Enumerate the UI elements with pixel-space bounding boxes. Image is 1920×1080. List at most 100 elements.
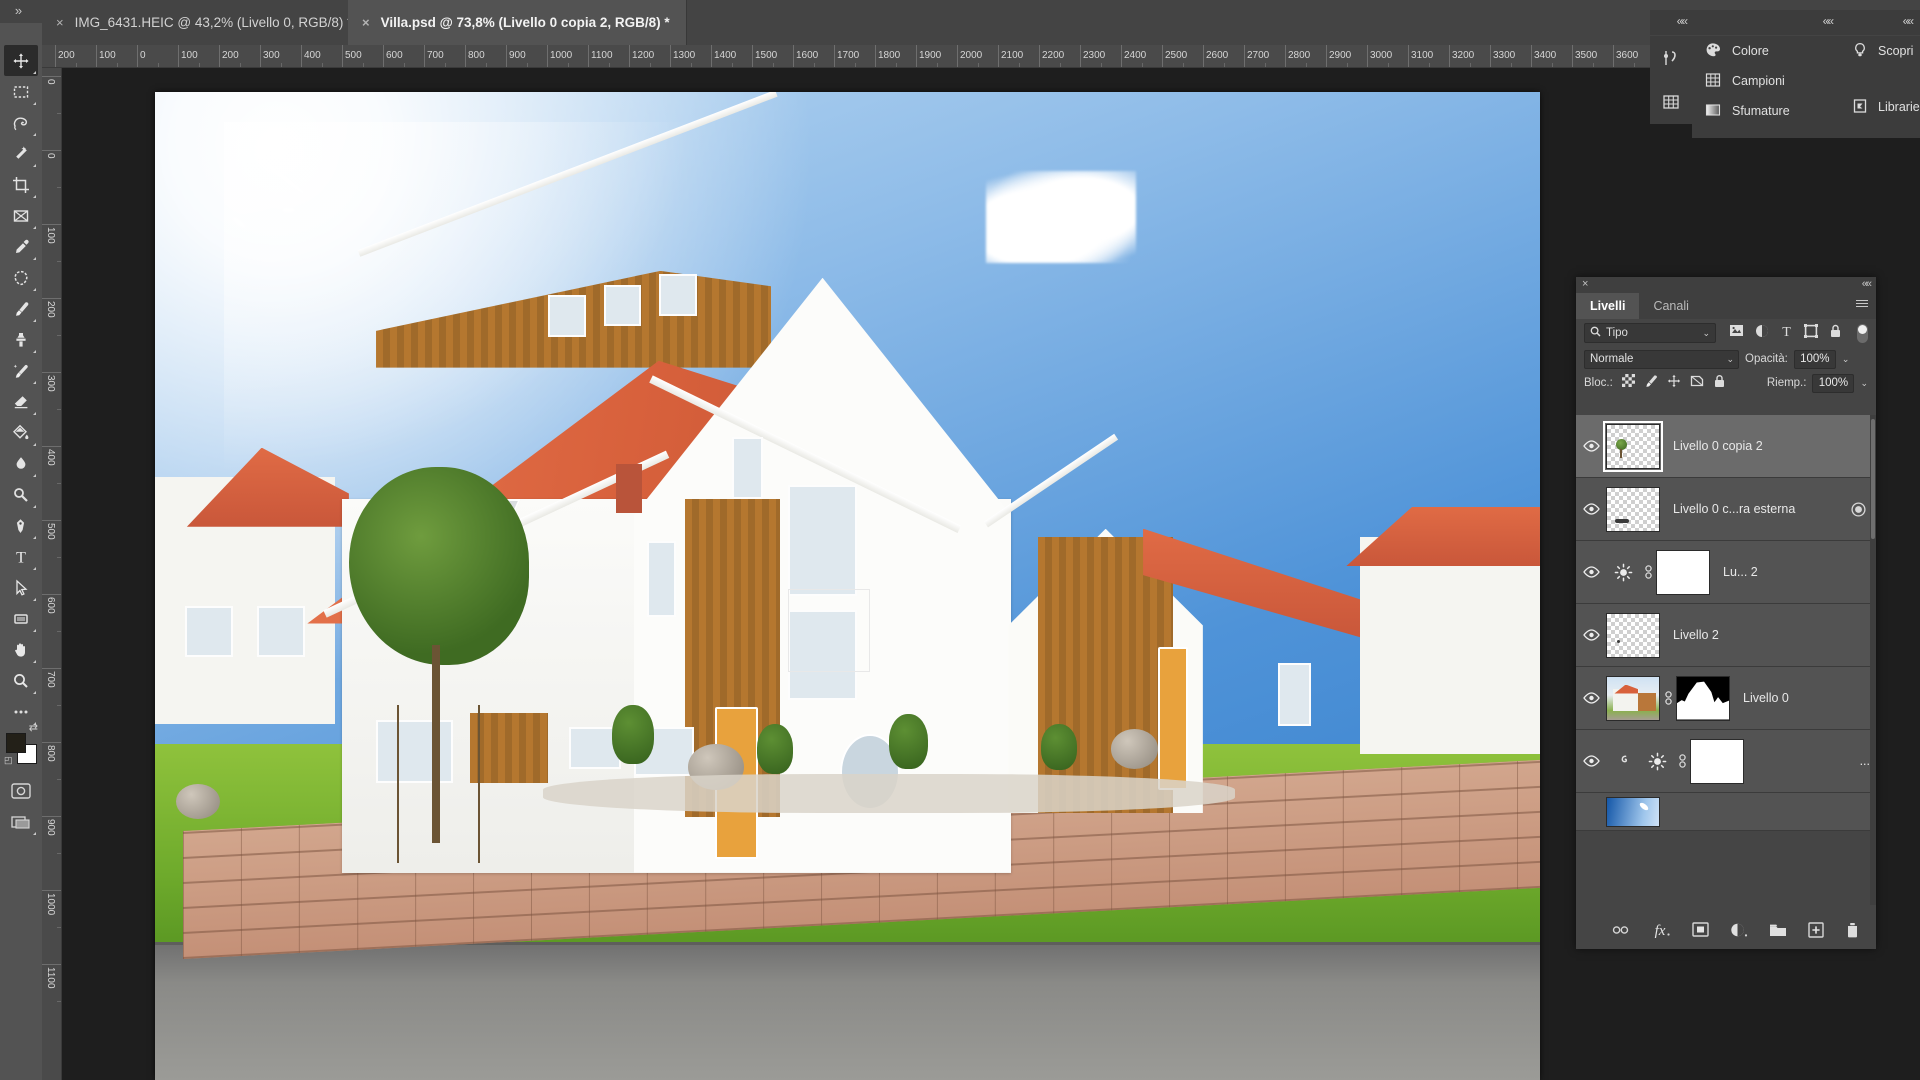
tab-canali[interactable]: Canali: [1639, 293, 1702, 319]
lock-all-icon[interactable]: [1713, 374, 1726, 393]
table-row[interactable]: ...: [1576, 730, 1876, 793]
type-filter-icon[interactable]: T: [1780, 324, 1793, 343]
layer-visibility-icon[interactable]: [1576, 755, 1606, 767]
path-selection-tool[interactable]: [4, 572, 38, 603]
table-row[interactable]: Lu... 2: [1576, 541, 1876, 604]
new-layer-icon[interactable]: [1808, 921, 1824, 943]
hand-tool[interactable]: [4, 634, 38, 665]
marquee-tool[interactable]: [4, 76, 38, 107]
layer-mask-thumbnail[interactable]: [1656, 549, 1710, 595]
new-group-icon[interactable]: [1769, 923, 1787, 942]
foreground-background-color[interactable]: ⇄ ◰: [4, 722, 38, 766]
screen-mode-icon[interactable]: [4, 806, 38, 837]
document-tab-1[interactable]: × IMG_6431.HEIC @ 43,2% (Livello 0, RGB/…: [42, 0, 370, 45]
eraser-tool[interactable]: [4, 386, 38, 417]
layer-style-fx-icon[interactable]: fx: [1651, 922, 1671, 943]
layer-mask-thumbnail[interactable]: [1676, 675, 1730, 721]
link-layers-icon[interactable]: [1611, 923, 1630, 941]
brightness-icon[interactable]: [1640, 752, 1674, 771]
pen-tool[interactable]: [4, 510, 38, 541]
layers-scrollbar[interactable]: [1870, 415, 1876, 905]
chevron-collapse-icon[interactable]: ««: [1903, 14, 1914, 28]
zoom-tool[interactable]: [4, 665, 38, 696]
filter-enable-toggle[interactable]: [1857, 323, 1868, 343]
layer-visibility-icon[interactable]: [1576, 566, 1606, 578]
shape-filter-icon[interactable]: [1804, 323, 1818, 343]
layer-mask-thumbnail[interactable]: [1690, 738, 1744, 784]
lock-image-icon[interactable]: [1644, 374, 1658, 393]
gradient-tool[interactable]: [4, 417, 38, 448]
tab-livelli[interactable]: Livelli: [1576, 293, 1640, 319]
layer-name[interactable]: Livello 0: [1743, 691, 1789, 705]
panel-item-sfumature[interactable]: Sfumature: [1692, 96, 1840, 126]
layer-thumbnail[interactable]: [1606, 796, 1660, 827]
add-layer-mask-icon[interactable]: [1692, 922, 1709, 942]
layer-filter-select[interactable]: Tipo ⌄: [1584, 323, 1716, 343]
table-row[interactable]: [1576, 793, 1876, 831]
close-icon[interactable]: ×: [56, 16, 64, 29]
rectangle-tool[interactable]: [4, 603, 38, 634]
swap-colors-icon[interactable]: ⇄: [29, 721, 38, 734]
blend-mode-select[interactable]: Normale ⌄: [1584, 349, 1739, 369]
delete-layer-icon[interactable]: [1845, 922, 1860, 943]
clone-stamp-tool[interactable]: [4, 324, 38, 355]
panel-item-libraries[interactable]: Libraries: [1840, 92, 1920, 122]
eyedropper-tool[interactable]: [4, 231, 38, 262]
document-tab-2[interactable]: × Villa.psd @ 73,8% (Livello 0 copia 2, …: [348, 0, 687, 45]
layer-thumbnail[interactable]: [1606, 612, 1660, 658]
horizontal-ruler[interactable]: 200 100 0 100 200 300 400 500 600 700 800 900 1000 11…: [42, 45, 1920, 68]
new-adjustment-layer-icon[interactable]: [1730, 922, 1748, 943]
panel-item-campioni[interactable]: Campioni: [1692, 66, 1840, 96]
chevron-down-icon[interactable]: ⌄: [1702, 328, 1710, 339]
frame-tool[interactable]: [4, 200, 38, 231]
vertical-ruler[interactable]: 0 0 100 200 300 400 500 600 700 800 900 1000 1100: [42, 68, 62, 1080]
blur-tool[interactable]: [4, 448, 38, 479]
layer-visibility-icon[interactable]: [1576, 440, 1606, 452]
table-row[interactable]: Livello 0 copia 2: [1576, 415, 1876, 478]
chevron-collapse-icon[interactable]: ««: [1677, 14, 1688, 28]
layer-list[interactable]: Livello 0 copia 2 Livello 0 c...ra ester…: [1576, 415, 1876, 905]
lock-transparent-icon[interactable]: [1621, 374, 1635, 392]
table-row[interactable]: Livello 2: [1576, 604, 1876, 667]
swatches-grid-icon[interactable]: [1650, 80, 1692, 124]
link-mask-icon[interactable]: [1674, 753, 1690, 769]
close-icon[interactable]: ×: [362, 16, 370, 29]
tabbar-collapse-button[interactable]: »: [4, 2, 32, 20]
chevron-down-icon[interactable]: ⌄: [1726, 354, 1734, 365]
layer-name[interactable]: Lu... 2: [1723, 565, 1758, 579]
smart-object-filter-icon[interactable]: [1829, 324, 1842, 343]
panel-menu-icon[interactable]: [1856, 300, 1868, 309]
lock-artboard-icon[interactable]: [1690, 374, 1704, 393]
curves-icon[interactable]: [1606, 753, 1640, 769]
lasso-tool[interactable]: [4, 107, 38, 138]
document-canvas[interactable]: [155, 92, 1540, 1080]
panel-item-colore[interactable]: Colore: [1692, 36, 1840, 66]
link-mask-icon[interactable]: [1640, 564, 1656, 580]
layer-name[interactable]: Livello 0 copia 2: [1673, 439, 1763, 453]
spot-healing-tool[interactable]: [4, 262, 38, 293]
move-tool[interactable]: [4, 45, 38, 76]
layer-visibility-icon[interactable]: [1576, 692, 1606, 704]
layer-thumbnail[interactable]: [1606, 486, 1660, 532]
close-icon[interactable]: ×: [1582, 278, 1588, 290]
dodge-tool[interactable]: [4, 479, 38, 510]
magic-wand-tool[interactable]: [4, 138, 38, 169]
reset-colors-icon[interactable]: ◰: [4, 755, 13, 766]
chevron-down-icon[interactable]: ⌄: [1842, 354, 1850, 365]
foreground-color-swatch[interactable]: [6, 733, 26, 753]
history-brush-tool[interactable]: [4, 355, 38, 386]
link-mask-icon[interactable]: [1660, 690, 1676, 706]
adjustment-filter-icon[interactable]: [1755, 324, 1769, 343]
layer-thumbnail[interactable]: [1606, 675, 1660, 721]
layer-name[interactable]: Livello 2: [1673, 628, 1719, 642]
fill-value[interactable]: 100%: [1812, 373, 1855, 393]
brush-tool[interactable]: [4, 293, 38, 324]
chevron-collapse-icon[interactable]: ««: [1823, 14, 1834, 28]
layer-thumbnail[interactable]: [1603, 420, 1663, 472]
adjustments-icon[interactable]: [1650, 36, 1692, 80]
layer-visibility-icon[interactable]: [1576, 503, 1606, 515]
chevron-down-icon[interactable]: ⌄: [1860, 378, 1868, 389]
layer-name[interactable]: Livello 0 c...ra esterna: [1673, 502, 1795, 516]
quick-mask-icon[interactable]: [4, 775, 38, 806]
panel-item-scopri[interactable]: Scopri: [1840, 36, 1920, 66]
